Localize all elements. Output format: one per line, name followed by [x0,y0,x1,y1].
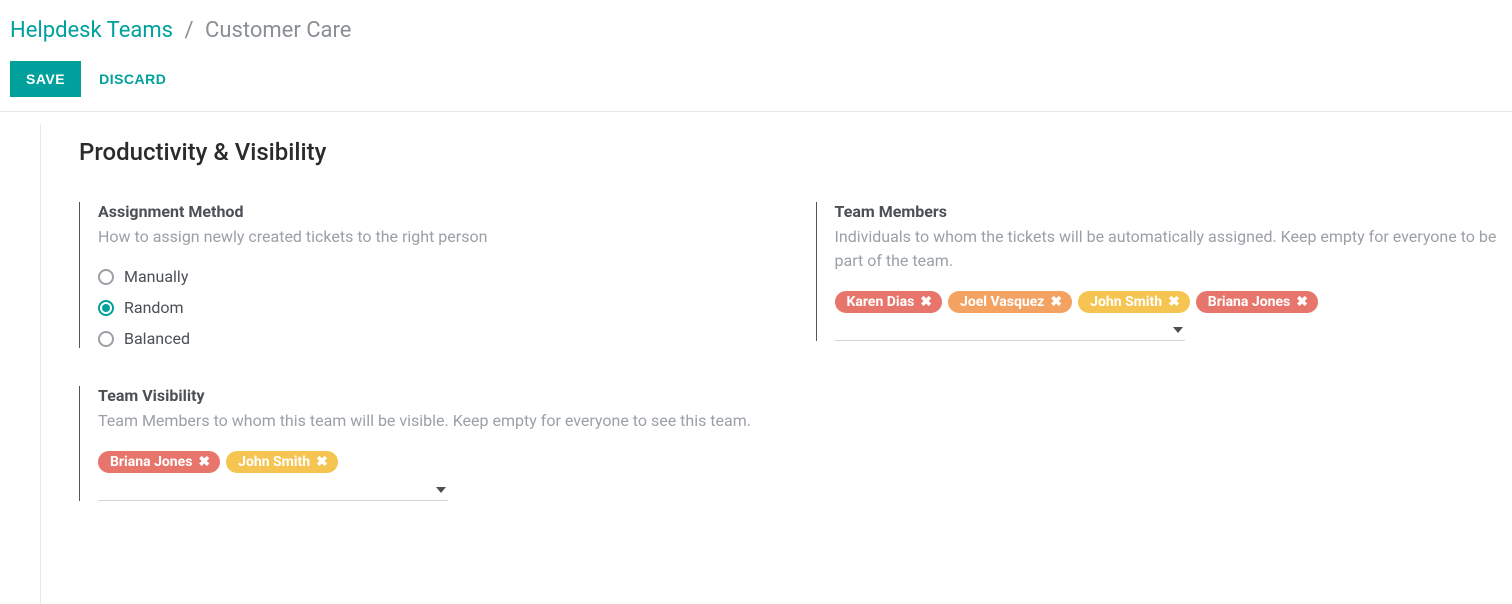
section-title: Productivity & Visibility [79,138,1512,166]
assignment-method-title: Assignment Method [98,202,766,221]
close-icon[interactable]: ✖ [1050,295,1062,309]
radio-label: Balanced [124,329,190,348]
team-visibility-desc: Team Members to whom this team will be v… [98,409,766,433]
settings-col-right: Team Members Individuals to whom the tic… [816,202,1512,539]
radio-random[interactable]: Random [98,298,766,317]
discard-button[interactable]: DISCARD [99,71,166,87]
radio-label: Random [124,298,184,317]
tag-label: Joel Vasquez [960,294,1044,310]
assignment-method-box: Assignment Method How to assign newly cr… [79,202,776,348]
settings-row: Assignment Method How to assign newly cr… [79,202,1512,539]
visibility-dropdown[interactable] [98,479,448,501]
radio-manually[interactable]: Manually [98,267,766,286]
team-visibility-box: Team Visibility Team Members to whom thi… [79,386,776,501]
team-members-box: Team Members Individuals to whom the tic… [816,202,1512,341]
radio-icon [98,331,114,347]
form-content: Productivity & Visibility Assignment Met… [40,124,1512,604]
close-icon[interactable]: ✖ [920,295,932,309]
members-tag-container: Karen Dias✖Joel Vasquez✖John Smith✖Brian… [835,291,1503,313]
settings-col-left: Assignment Method How to assign newly cr… [79,202,776,539]
tag: Joel Vasquez ✖ [948,291,1072,313]
tag: Karen Dias ✖ [835,291,943,313]
members-dropdown[interactable] [835,319,1185,341]
tag-label: John Smith [1090,294,1162,310]
header-divider [0,111,1512,112]
team-members-title: Team Members [835,202,1503,221]
breadcrumb-parent-link[interactable]: Helpdesk Teams [10,18,173,43]
radio-icon [98,269,114,285]
tag-label: John Smith [238,454,310,470]
page-actions: SAVE DISCARD [0,55,1512,111]
tag: John Smith ✖ [226,451,338,473]
tag: Briana Jones ✖ [1196,291,1318,313]
tag-label: Karen Dias [847,294,915,310]
close-icon[interactable]: ✖ [1296,295,1308,309]
team-members-desc: Individuals to whom the tickets will be … [835,225,1503,273]
breadcrumb-current: Customer Care [205,18,351,43]
assignment-radio-list: Manually Random Balanced [98,267,766,348]
assignment-method-desc: How to assign newly created tickets to t… [98,225,766,249]
close-icon[interactable]: ✖ [198,455,210,469]
radio-balanced[interactable]: Balanced [98,329,766,348]
visibility-tag-container: Briana Jones ✖ John Smith ✖ [98,451,766,473]
team-visibility-title: Team Visibility [98,386,766,405]
tag: Briana Jones ✖ [98,451,220,473]
tag-label: Briana Jones [1208,294,1290,310]
radio-label: Manually [124,267,188,286]
save-button[interactable]: SAVE [10,61,81,97]
chevron-down-icon [436,487,446,493]
close-icon[interactable]: ✖ [1168,295,1180,309]
close-icon[interactable]: ✖ [316,455,328,469]
chevron-down-icon [1173,327,1183,333]
radio-icon [98,300,114,316]
tag-label: Briana Jones [110,454,192,470]
tag: John Smith ✖ [1078,291,1190,313]
breadcrumb-separator: / [184,18,193,43]
breadcrumb: Helpdesk Teams / Customer Care [0,0,1512,55]
